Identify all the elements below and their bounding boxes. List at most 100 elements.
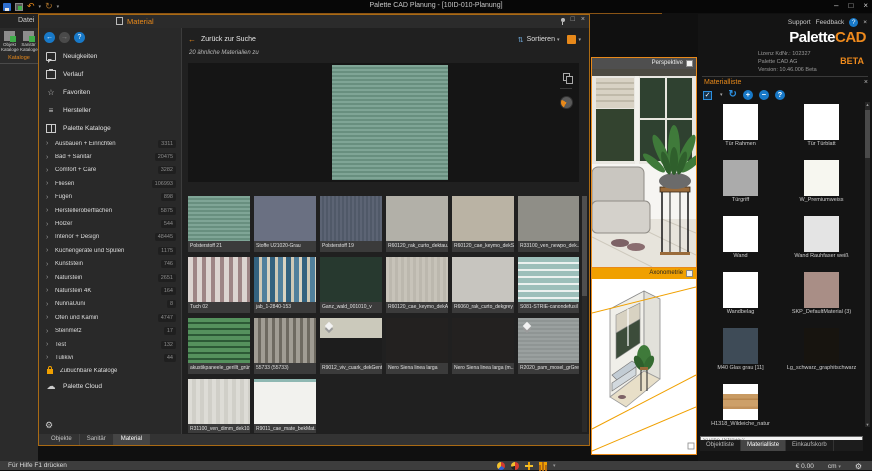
catalog-item[interactable]: › Fugen 898	[39, 191, 181, 204]
catalog-item[interactable]: › Ausbauen + Einrichten 3311	[39, 137, 181, 150]
plus-icon[interactable]	[525, 462, 533, 470]
material-list-item[interactable]: Tür Rahmen	[700, 102, 781, 158]
material-tile[interactable]: 55733 (55733)	[254, 318, 316, 374]
chevron-right-icon[interactable]: ›	[46, 314, 55, 321]
catalog-item[interactable]: › Hölzer 544	[39, 217, 181, 230]
perspective-header[interactable]: Perspektive	[592, 58, 696, 69]
perspective-viewport[interactable]: Perspektive	[591, 57, 697, 268]
chevron-right-icon[interactable]: ›	[46, 140, 55, 147]
material-tile[interactable]: R60120_rak_curto_dektau...	[386, 196, 448, 252]
material-tile[interactable]: R31100_ven_dimm_dek10...	[188, 379, 250, 433]
chevron-right-icon[interactable]: ›	[46, 341, 55, 348]
catalog-item[interactable]: › Test 132	[39, 338, 181, 351]
feedback-link[interactable]: Feedback	[816, 19, 845, 26]
scroll-up-icon[interactable]: ▲	[865, 102, 870, 107]
grid-scrollbar-thumb[interactable]	[582, 196, 587, 296]
forward-icon[interactable]: →	[59, 32, 70, 43]
material-list-item[interactable]: Wandbelag	[700, 270, 781, 326]
close-button[interactable]: ×	[863, 1, 868, 10]
back-to-search-button[interactable]: Zurück zur Suche	[201, 36, 256, 43]
select-checkbox-icon[interactable]: ✓	[703, 91, 712, 100]
viewport-toggle-icon[interactable]	[686, 60, 693, 67]
material-list-item[interactable]: Tür Türblatt	[781, 102, 862, 158]
material-tile[interactable]: R6060_rak_curto_dekgrey	[452, 257, 514, 313]
sort-button[interactable]: Sortieren	[527, 36, 555, 43]
material-dialog-titlebar[interactable]: Material □ ×	[39, 15, 589, 28]
material-tile[interactable]: Nero Siena linea larga	[386, 318, 448, 374]
maximize-button[interactable]: □	[848, 1, 853, 10]
material-tile[interactable]: S081-STRIE-canondefusil	[518, 257, 579, 313]
help-icon[interactable]: ?	[74, 32, 85, 43]
chevron-right-icon[interactable]: ›	[46, 194, 55, 201]
sort-caret-icon[interactable]: ▾	[557, 37, 560, 43]
color-wheel-icon[interactable]	[511, 462, 519, 470]
material-tile[interactable]: jab_1-2840-153	[254, 257, 316, 313]
chevron-right-icon[interactable]: ›	[46, 167, 55, 174]
material-tile[interactable]: R9012_viv_cuark_dekGent...	[320, 318, 382, 374]
axonometry-viewport[interactable]: Axonometrie	[591, 268, 697, 455]
refresh-icon[interactable]: ↻	[729, 90, 737, 100]
catalog-item[interactable]: › Ofen und Kamin 4747	[39, 311, 181, 324]
pie-chart-icon[interactable]	[497, 462, 505, 470]
material-list-item[interactable]: Wand Rauhfaser weiß	[781, 214, 862, 270]
material-tile[interactable]: Ganz_wald_001010_v	[320, 257, 382, 313]
chevron-right-icon[interactable]: ›	[46, 274, 55, 281]
sidebar-item[interactable]: Neuigkeiten	[39, 47, 181, 65]
catalog-item[interactable]: › Naturstein 2651	[39, 271, 181, 284]
sidebar-item[interactable]: Verlauf	[39, 65, 181, 83]
catalog-item[interactable]: › Küchengeräte und Spülen 1175	[39, 244, 181, 257]
material-tile[interactable]: Polsterstoff 19	[320, 196, 382, 252]
material-list-item[interactable]: Lg_schwarz_graphitschwarz	[781, 326, 862, 382]
material-list-item[interactable]: Wand	[700, 214, 781, 270]
sphere-view-icon[interactable]	[560, 96, 573, 109]
chevron-right-icon[interactable]: ›	[46, 287, 55, 294]
panel-tab-materialliste[interactable]: Materialliste	[741, 440, 786, 451]
chevron-right-icon[interactable]: ›	[46, 221, 55, 228]
catalog-item[interactable]: › Kunststein 746	[39, 258, 181, 271]
catalog-item[interactable]: › Herstelleroberflächen 5875	[39, 204, 181, 217]
materialliste-close-icon[interactable]: ×	[864, 79, 868, 86]
chevron-right-icon[interactable]: ›	[46, 301, 55, 308]
material-list-item[interactable]: W_Premiumweiss	[781, 158, 862, 214]
material-list-item[interactable]: SKP_DefaultMaterial (3)	[781, 270, 862, 326]
material-tile[interactable]: Tuch 02	[188, 257, 250, 313]
catalog-item[interactable]: › Tulikivi 44	[39, 351, 181, 364]
material-tile[interactable]: Stoffe U21020-Grau	[254, 196, 316, 252]
locked-catalogs-item[interactable]: Zubuchbare Kataloge	[39, 365, 181, 378]
material-tile[interactable]: akustikpaneele_gerillt_grün	[188, 318, 250, 374]
chevron-right-icon[interactable]: ›	[46, 354, 55, 361]
catalog-item[interactable]: › Comfort + Care 3282	[39, 164, 181, 177]
chevron-right-icon[interactable]: ›	[46, 328, 55, 335]
objekt-kataloge-button[interactable]: Objekt Kataloge	[1, 30, 18, 52]
sidebar-item[interactable]: ≡Hersteller	[39, 101, 181, 119]
grid-icon[interactable]	[539, 462, 547, 470]
dialog-tab-sanitär[interactable]: Sanitär	[80, 434, 114, 445]
dialog-maximize-button[interactable]: □	[571, 16, 575, 23]
catalog-item[interactable]: › Fliesen 106993	[39, 177, 181, 190]
material-tile[interactable]: Nero Siena linea larga (m...	[452, 318, 514, 374]
material-list-item[interactable]: M40 Glas grau [11]	[700, 326, 781, 382]
catalog-item[interactable]: › Steinmetz 17	[39, 324, 181, 337]
dialog-close-button[interactable]: ×	[581, 16, 585, 23]
dialog-tab-objekte[interactable]: Objekte	[44, 434, 80, 445]
axonometry-header[interactable]: Axonometrie	[592, 268, 696, 279]
settings-gear-icon[interactable]: ⚙	[45, 420, 53, 431]
grid-scrollbar[interactable]	[582, 196, 587, 432]
panel-tab-einkaufskorb[interactable]: Einkaufskorb	[786, 440, 834, 451]
panel-help-icon[interactable]: ?	[775, 90, 785, 100]
material-tile[interactable]: R60120_cae_keymo_dekA...	[386, 257, 448, 313]
sanitaer-kataloge-button[interactable]: Sanitär Kataloge	[20, 30, 37, 52]
back-icon[interactable]: ←	[44, 32, 55, 43]
catalog-item[interactable]: › Interior + Design 48445	[39, 231, 181, 244]
sidebar-item[interactable]: Palette Kataloge	[39, 119, 181, 137]
add-icon[interactable]: +	[743, 90, 753, 100]
material-tile[interactable]: Polsterstoff 21	[188, 196, 250, 252]
material-list-item[interactable]: H1318_Wildeiche_natur	[700, 382, 781, 427]
remove-icon[interactable]: −	[759, 90, 769, 100]
viewport-toggle-icon[interactable]	[686, 270, 693, 277]
panel-tab-objektliste[interactable]: Objektliste	[700, 440, 741, 451]
chevron-right-icon[interactable]: ›	[46, 261, 55, 268]
material-preview-image[interactable]	[332, 65, 448, 180]
material-list-item[interactable]: Türgriff	[700, 158, 781, 214]
sidebar-item[interactable]: ☆Favoriten	[39, 83, 181, 101]
